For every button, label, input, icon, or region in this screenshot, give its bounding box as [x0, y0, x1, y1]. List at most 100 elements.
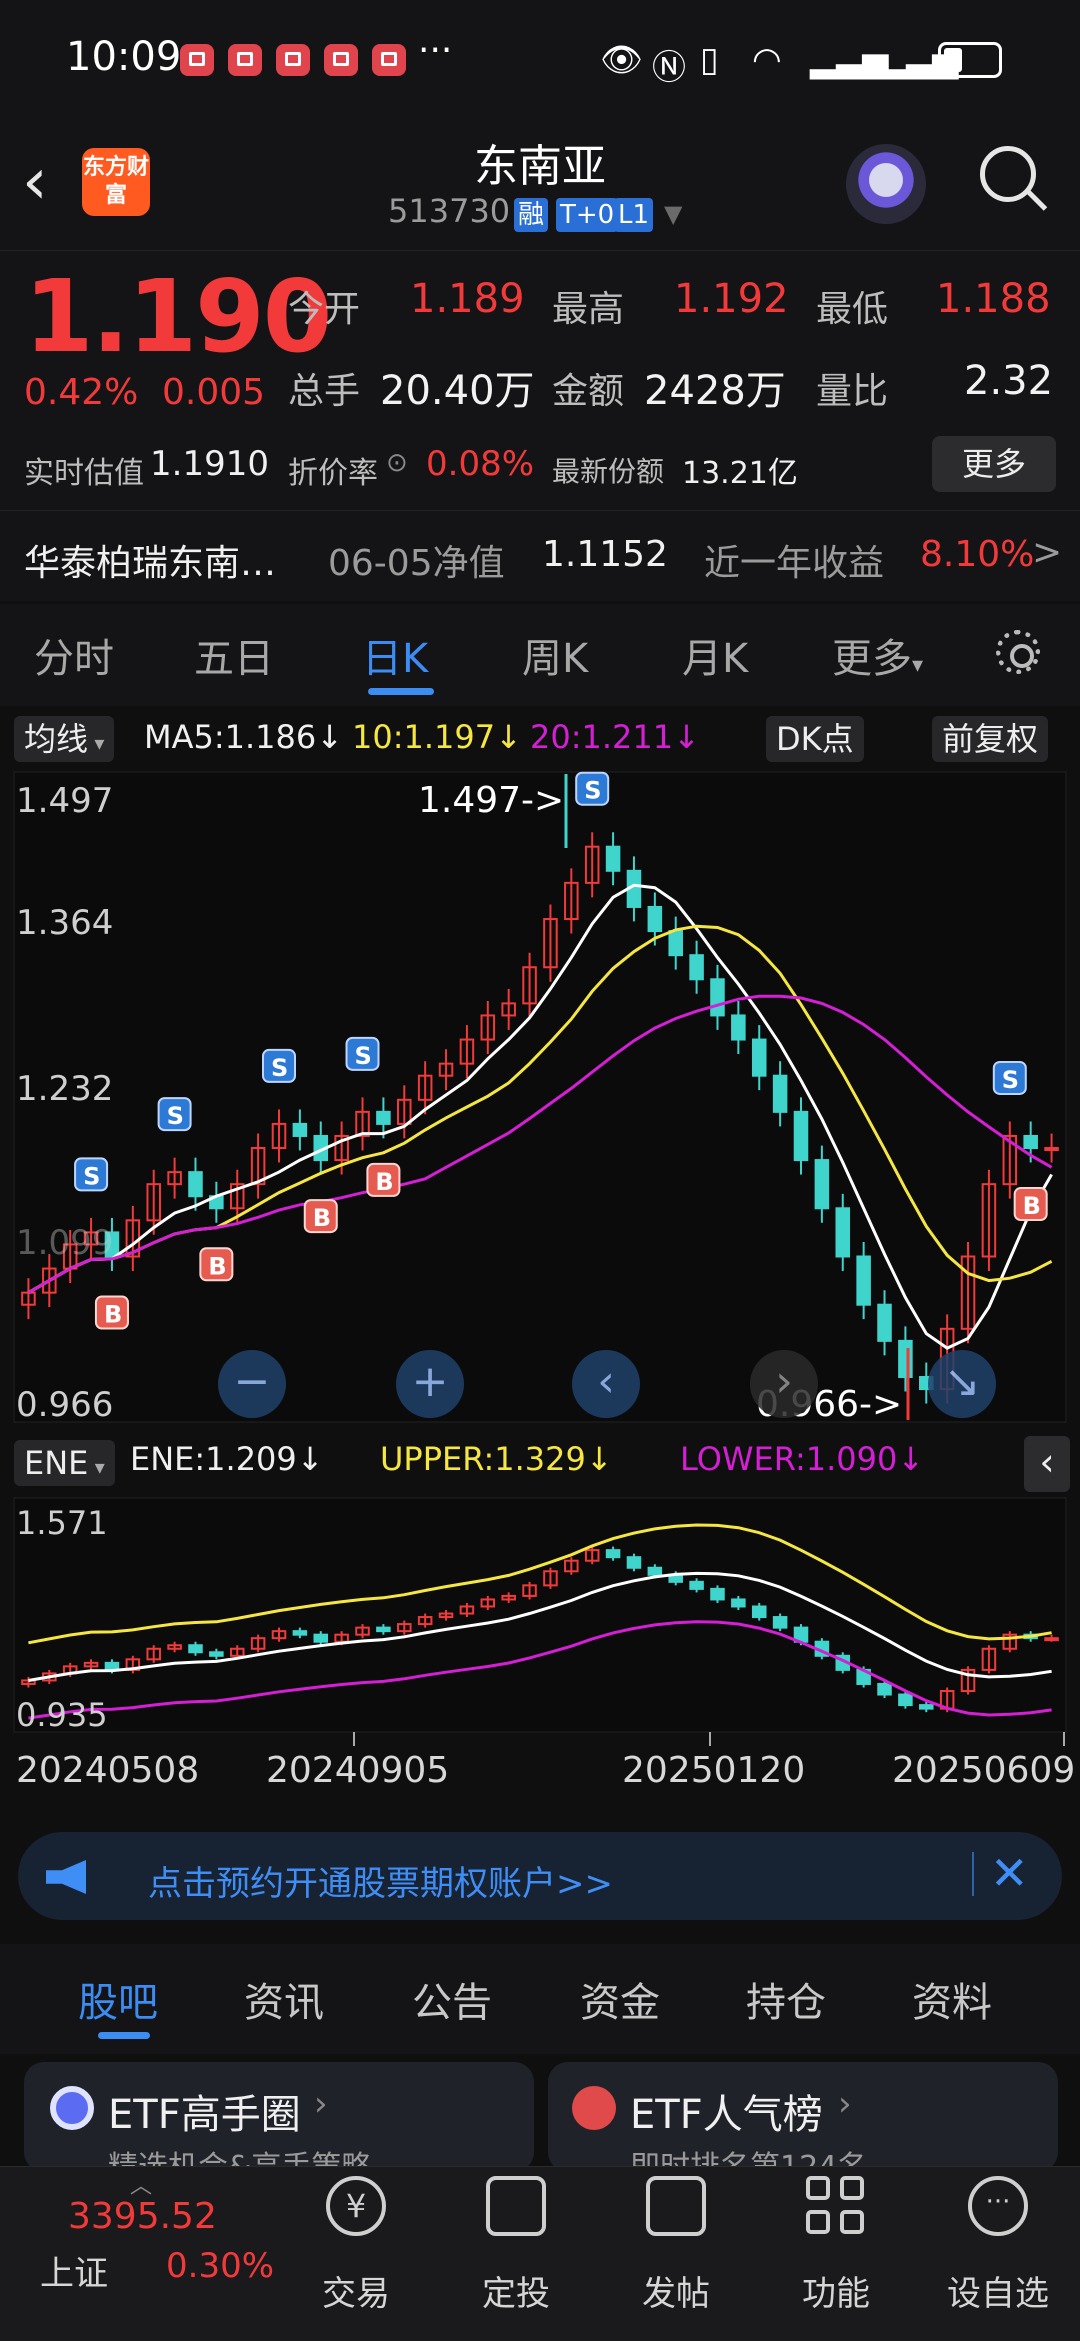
- buy-signal-marker[interactable]: B: [94, 1295, 129, 1330]
- ene-candle-body: [689, 1580, 704, 1590]
- tab-funds[interactable]: 资金: [580, 1970, 660, 2028]
- banner-text[interactable]: 点击预约开通股票期权账户>>: [148, 1856, 613, 1905]
- ene-lower-value: LOWER:1.090↓: [680, 1440, 925, 1478]
- compose-icon[interactable]: [646, 2176, 706, 2236]
- add-watchlist-icon[interactable]: ···: [968, 2176, 1028, 2236]
- index-percent[interactable]: 0.30%: [166, 2246, 274, 2286]
- ma5-value: MA5:1.186↓: [144, 718, 344, 756]
- chevron-right-icon[interactable]: >: [1032, 532, 1062, 573]
- high-marker-label: 1.497->: [418, 780, 564, 821]
- buy-signal-marker[interactable]: B: [303, 1199, 338, 1234]
- svg-text:B: B: [375, 1168, 393, 1196]
- ma10-value: 10:1.197↓: [352, 718, 522, 756]
- tab-intraday[interactable]: 分时: [34, 626, 114, 684]
- index-name[interactable]: 上证: [40, 2246, 108, 2295]
- chevron-right-icon: ›: [838, 2084, 852, 2124]
- candle-body: [856, 1255, 871, 1306]
- eye-icon: 👁: [600, 40, 644, 80]
- svg-text:B: B: [208, 1252, 226, 1280]
- expand-button[interactable]: ↘: [928, 1350, 996, 1418]
- volume-ratio-value: 2.32: [964, 358, 1054, 404]
- collapse-panel-button[interactable]: ‹: [1024, 1436, 1070, 1492]
- nav-value: 1.1152: [542, 534, 668, 575]
- tag-margin: 融: [514, 198, 549, 232]
- ene-candle-body: [605, 1549, 621, 1559]
- buy-signal-marker[interactable]: B: [1013, 1187, 1048, 1222]
- close-icon[interactable]: ✕: [990, 1846, 1029, 1900]
- high-value: 1.192: [674, 276, 789, 322]
- sell-signal-marker[interactable]: S: [992, 1060, 1027, 1095]
- return-label: 近一年收益: [704, 543, 885, 584]
- nav-trade[interactable]: 交易: [296, 2266, 416, 2315]
- active-tab-indicator: [368, 688, 434, 695]
- dk-point-button[interactable]: DK点: [766, 716, 864, 762]
- ene-candle-body: [188, 1644, 203, 1654]
- candle-body: [814, 1159, 830, 1210]
- y-tick-label: 1.232: [16, 1069, 113, 1109]
- tab-five-day[interactable]: 五日: [194, 626, 274, 684]
- nfc-icon: Ⓝ: [652, 48, 686, 88]
- sell-signal-marker[interactable]: S: [262, 1048, 296, 1083]
- nav-post[interactable]: 发帖: [616, 2266, 736, 2315]
- more-button[interactable]: 更多: [932, 436, 1056, 492]
- search-icon[interactable]: [980, 146, 1036, 202]
- candle-body: [1023, 1134, 1038, 1150]
- assistant-avatar-icon[interactable]: [846, 144, 926, 224]
- tab-more-label: 更多: [832, 636, 912, 682]
- scroll-right-button[interactable]: ›: [750, 1350, 818, 1418]
- x-tick-label: 20250120: [622, 1750, 805, 1791]
- index-value[interactable]: 3395.52: [68, 2196, 217, 2237]
- notification-icon: [180, 44, 214, 76]
- candle-body: [668, 930, 683, 957]
- battery-icon: [938, 42, 1002, 78]
- sell-signal-marker[interactable]: S: [575, 771, 610, 806]
- nav-functions[interactable]: 功能: [776, 2266, 896, 2315]
- functions-icon[interactable]: [806, 2176, 866, 2236]
- zoom-out-button[interactable]: −: [218, 1350, 286, 1418]
- tab-monthly-k[interactable]: 月K: [682, 626, 748, 684]
- x-tick-label: 20250609: [892, 1750, 1075, 1791]
- nav-add-watchlist[interactable]: 设自选: [938, 2266, 1058, 2315]
- y-tick-label: 1.099: [16, 1223, 113, 1263]
- fund-name[interactable]: 华泰柏瑞东南…: [24, 534, 276, 586]
- sell-signal-marker[interactable]: S: [74, 1157, 109, 1192]
- chevron-down-icon[interactable]: ▼: [664, 200, 682, 228]
- active-tab-indicator: [98, 2032, 150, 2039]
- nav-fixed-investment[interactable]: 定投: [456, 2266, 576, 2315]
- x-tick-label: 20240508: [16, 1750, 199, 1791]
- info-icon[interactable]: ⊙: [386, 448, 408, 478]
- zoom-in-button[interactable]: +: [396, 1350, 464, 1418]
- tab-announcements[interactable]: 公告: [412, 1970, 492, 2028]
- ene-candle-body: [877, 1682, 892, 1696]
- tab-forum[interactable]: 股吧: [78, 1970, 158, 2028]
- sell-signal-marker[interactable]: S: [157, 1097, 192, 1132]
- trade-icon[interactable]: ¥: [326, 2176, 386, 2236]
- buy-signal-marker[interactable]: B: [199, 1247, 234, 1282]
- ma-selector[interactable]: 均线 ▾: [14, 716, 115, 762]
- est-label: 实时估值: [24, 456, 144, 491]
- tab-daily-k[interactable]: 日K: [362, 626, 428, 684]
- circle-icon: [50, 2086, 94, 2130]
- gear-icon[interactable]: [996, 630, 1040, 674]
- scroll-left-button[interactable]: ‹: [572, 1350, 640, 1418]
- tab-news[interactable]: 资讯: [244, 1970, 324, 2028]
- card-title: ETF高手圈: [108, 2092, 301, 2138]
- candlestick-chart[interactable]: SBSBSBSBSBSB 1.497 1.364 1.232 1.099 0.9…: [0, 768, 1080, 1428]
- buy-signal-marker[interactable]: B: [366, 1162, 401, 1197]
- tab-profile[interactable]: 资料: [912, 1970, 992, 2028]
- candle-body: [647, 905, 663, 933]
- sell-signal-marker[interactable]: S: [345, 1036, 380, 1071]
- vibrate-icon: ▯: [700, 40, 719, 80]
- fixed-investment-icon[interactable]: [486, 2176, 546, 2236]
- tab-holdings[interactable]: 持仓: [746, 1970, 826, 2028]
- open-value: 1.189: [410, 276, 525, 322]
- ene-indicator-chart: 1.571 0.935 20240508 20240905 20250120 2…: [13, 1497, 1075, 1791]
- ene-selector[interactable]: ENE ▾: [14, 1440, 115, 1486]
- tab-more[interactable]: 更多▾: [832, 626, 923, 684]
- caret-down-icon: ▾: [88, 1455, 105, 1479]
- low-label: 最低: [816, 289, 889, 330]
- adjust-button[interactable]: 前复权: [932, 716, 1049, 762]
- shares-value: 13.21亿: [682, 456, 798, 491]
- tab-weekly-k[interactable]: 周K: [522, 626, 588, 684]
- svg-text:B: B: [313, 1204, 331, 1232]
